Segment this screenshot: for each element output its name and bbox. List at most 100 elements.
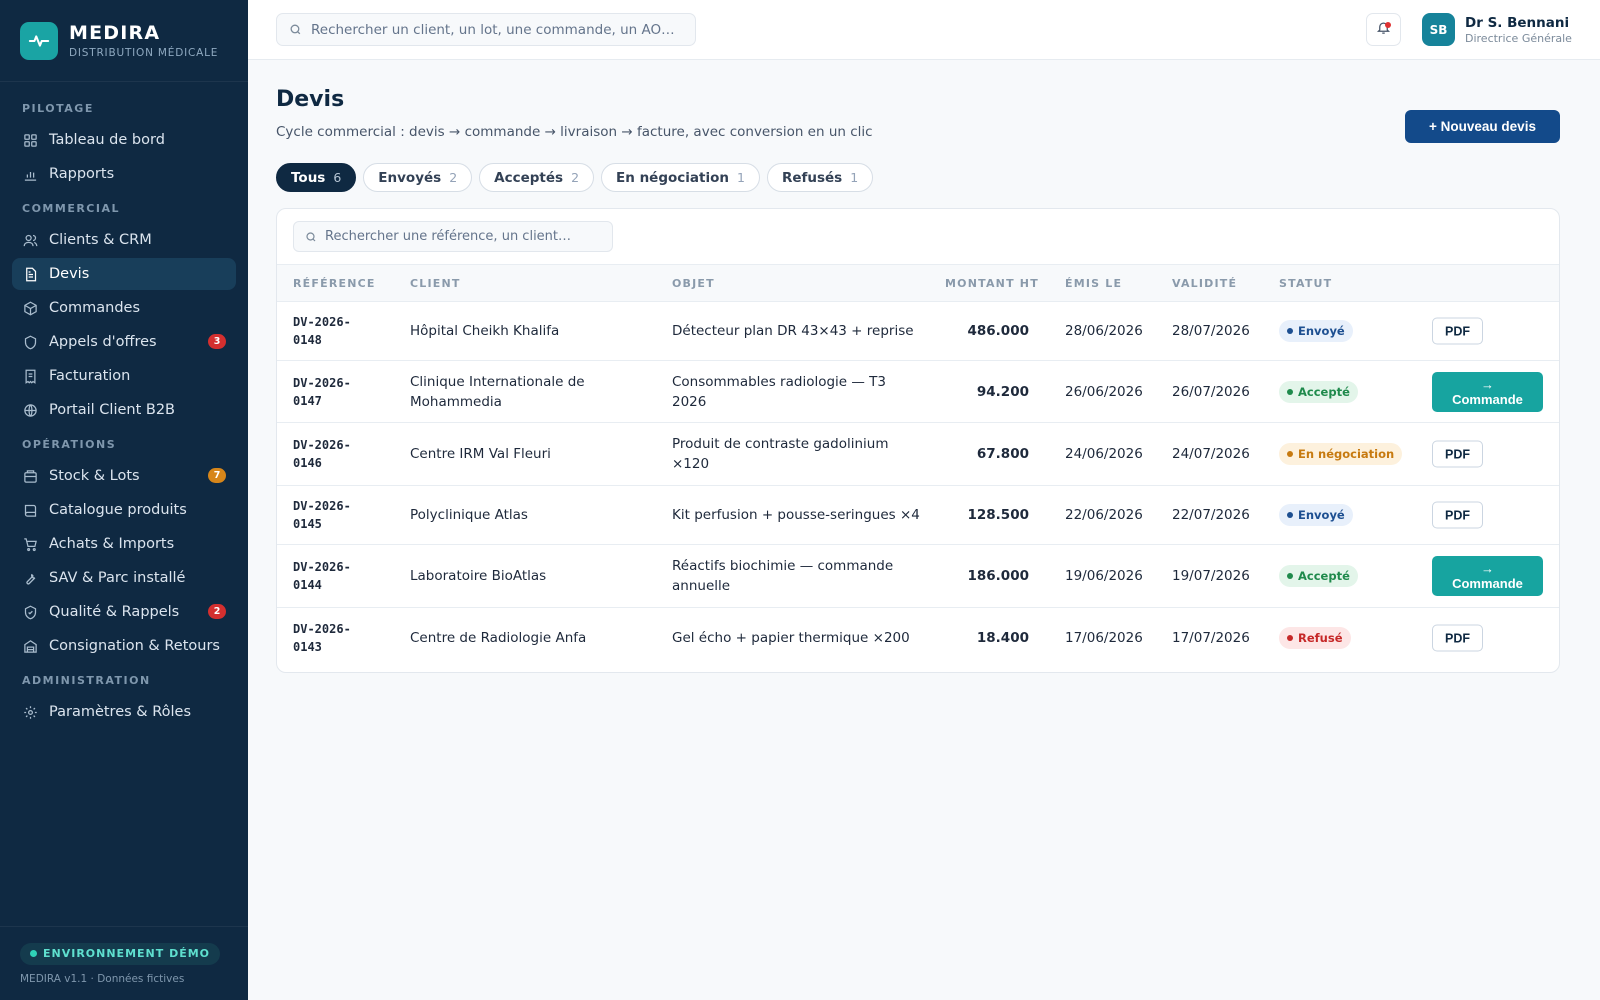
appels-d-offres-badge: 3: [208, 334, 226, 349]
status-badge-wrapper: Refusé: [1279, 627, 1351, 649]
nav-section-administration: ADMINISTRATION: [22, 674, 151, 687]
sidebar-item-portail-client-b2b[interactable]: Portail Client B2B: [12, 394, 236, 426]
table-row[interactable]: DV-2026-0144 Laboratoire BioAtlas Réactifs…: [277, 545, 1559, 608]
tab-envoyes[interactable]: Envoyés 2: [363, 163, 473, 192]
sidebar-item-label: Facturation: [49, 368, 131, 384]
environment-badge: ENVIRONNEMENT DÉMO: [20, 942, 221, 965]
sidebar-item-sav-parc-installe[interactable]: SAV & Parc installé: [12, 562, 236, 594]
user-menu[interactable]: SB Dr S. Bennani Directrice Générale: [1422, 13, 1572, 46]
column-header-montant-ht[interactable]: MONTANT HT: [945, 277, 1039, 290]
tab-label: Tous: [291, 169, 326, 186]
convert-to-order-button[interactable]: → Commande: [1432, 556, 1543, 596]
global-search-input[interactable]: Rechercher un client, un lot, une comman…: [276, 13, 696, 46]
quote-reference[interactable]: DV-2026-0145: [293, 497, 363, 533]
amount-ht: 67.800: [976, 446, 1029, 462]
sidebar-item-label: Qualité & Rappels: [49, 604, 180, 620]
issued-date: 19/06/2026: [1065, 568, 1143, 584]
sidebar-item-clients-crm[interactable]: Clients & CRM: [12, 224, 236, 256]
pdf-action-wrapper: PDF: [1432, 501, 1483, 529]
globe-icon: [22, 402, 38, 418]
notifications-button[interactable]: [1366, 13, 1401, 46]
users-icon: [22, 232, 38, 248]
status-badge: Refusé: [1279, 627, 1351, 649]
sidebar-item-consignation-retours[interactable]: Consignation & Retours: [12, 630, 236, 662]
gear-icon: [22, 704, 38, 720]
table-row[interactable]: DV-2026-0148 Hôpital Cheikh Khalifa Détect…: [277, 302, 1559, 361]
status-label: Envoyé: [1298, 508, 1345, 522]
tab-tous[interactable]: Tous 6: [276, 163, 357, 192]
new-quote-button[interactable]: + Nouveau devis: [1405, 110, 1560, 143]
sidebar-item-facturation[interactable]: Facturation: [12, 360, 236, 392]
column-header-objet[interactable]: OBJET: [672, 277, 715, 290]
tab-acceptes[interactable]: Acceptés 2: [479, 163, 595, 192]
user-role: Directrice Générale: [1465, 31, 1572, 45]
table-row[interactable]: DV-2026-0147 Clinique Internationale de M…: [277, 361, 1559, 423]
tab-refuses[interactable]: Refusés 1: [766, 163, 874, 192]
cart-icon: [22, 536, 38, 552]
validity-date: 24/07/2026: [1172, 446, 1250, 462]
pdf-button[interactable]: PDF: [1432, 440, 1483, 468]
issued-date: 24/06/2026: [1065, 446, 1143, 462]
client-name: Clinique Internationale de Mohammedia: [410, 373, 585, 410]
table-search-input[interactable]: Rechercher une référence, un client…: [293, 221, 613, 252]
status-badge: En négociation: [1279, 443, 1403, 465]
column-header-validite[interactable]: VALIDITÉ: [1172, 277, 1237, 290]
pdf-button[interactable]: PDF: [1432, 624, 1483, 652]
column-header-statut[interactable]: STATUT: [1279, 277, 1332, 290]
sidebar-item-devis[interactable]: Devis: [12, 258, 236, 290]
status-badge-wrapper: Accepté: [1279, 565, 1358, 587]
sidebar-item-stock-lots[interactable]: Stock & Lots 7: [12, 460, 236, 492]
sidebar-item-qualite-rappels[interactable]: Qualité & Rappels 2: [12, 596, 236, 628]
sidebar-item-label: Stock & Lots: [49, 468, 140, 484]
sidebar-item-achats-imports[interactable]: Achats & Imports: [12, 528, 236, 560]
quote-reference[interactable]: DV-2026-0148: [293, 313, 363, 349]
table-row[interactable]: DV-2026-0146 Centre IRM Val Fleuri Produit…: [277, 423, 1559, 486]
tab-count: 6: [333, 170, 342, 185]
tab-en-negociation[interactable]: En négociation 1: [601, 163, 760, 192]
sidebar-item-appels-d-offres[interactable]: Appels d'offres 3: [12, 326, 236, 358]
quotes-table-card: Rechercher une référence, un client… RÉF…: [276, 208, 1560, 673]
table-row[interactable]: DV-2026-0145 Polyclinique Atlas Kit perfus…: [277, 486, 1559, 545]
quote-reference[interactable]: DV-2026-0144: [293, 558, 363, 594]
sidebar-item-label: SAV & Parc installé: [49, 570, 186, 586]
quote-object: Détecteur plan DR 43×43 + reprise: [672, 323, 914, 339]
sidebar-item-label: Rapports: [49, 166, 115, 182]
status-badge: Envoyé: [1279, 504, 1353, 526]
sidebar-item-tableau-de-bord[interactable]: Tableau de bord: [12, 124, 236, 156]
pdf-button[interactable]: PDF: [1432, 501, 1483, 529]
quote-reference[interactable]: DV-2026-0147: [293, 374, 363, 410]
sidebar-item-commandes[interactable]: Commandes: [12, 292, 236, 324]
column-header-client[interactable]: CLIENT: [410, 277, 461, 290]
pdf-button[interactable]: PDF: [1432, 317, 1483, 345]
quote-object: Réactifs biochimie — commande annuelle: [672, 558, 894, 594]
sidebar-item-label: Consignation & Retours: [49, 638, 220, 654]
sidebar-item-rapports[interactable]: Rapports: [12, 158, 236, 190]
quote-reference[interactable]: DV-2026-0143: [293, 620, 363, 656]
amount-ht: 128.500: [967, 507, 1030, 523]
column-header-reference[interactable]: RÉFÉRENCE: [293, 277, 376, 290]
nav-section-pilotage: PILOTAGE: [22, 102, 94, 115]
status-dot-icon: [1287, 328, 1293, 334]
tab-label: Envoyés: [378, 169, 442, 186]
status-badge-wrapper: En négociation: [1279, 443, 1403, 465]
tab-count: 2: [449, 170, 458, 185]
client-name: Hôpital Cheikh Khalifa: [410, 323, 560, 339]
sidebar-item-catalogue-produits[interactable]: Catalogue produits: [12, 494, 236, 526]
status-dot-icon: [1287, 635, 1293, 641]
column-header-emis-le[interactable]: ÉMIS LE: [1065, 277, 1122, 290]
table-search-placeholder: Rechercher une référence, un client…: [325, 229, 572, 244]
table-row[interactable]: DV-2026-0143 Centre de Radiologie Anfa Gel…: [277, 608, 1559, 668]
status-dot-icon: [1287, 573, 1293, 579]
sidebar-item-label: Catalogue produits: [49, 502, 187, 518]
brand[interactable]: MEDIRA DISTRIBUTION MÉDICALE: [0, 0, 248, 82]
quote-reference[interactable]: DV-2026-0146: [293, 436, 363, 472]
convert-to-order-button[interactable]: → Commande: [1432, 371, 1543, 412]
validity-date: 26/07/2026: [1172, 383, 1250, 400]
status-dot-icon: [1287, 512, 1293, 518]
sidebar-item-parametres-roles[interactable]: Paramètres & Rôles: [12, 696, 236, 728]
shield-check-icon: [22, 604, 38, 620]
global-search-placeholder: Rechercher un client, un lot, une comman…: [311, 21, 675, 38]
client-name: Centre de Radiologie Anfa: [410, 630, 587, 646]
tab-count: 2: [571, 170, 580, 185]
table-header: RÉFÉRENCE CLIENT OBJET MONTANT HT ÉMIS L…: [277, 264, 1559, 302]
